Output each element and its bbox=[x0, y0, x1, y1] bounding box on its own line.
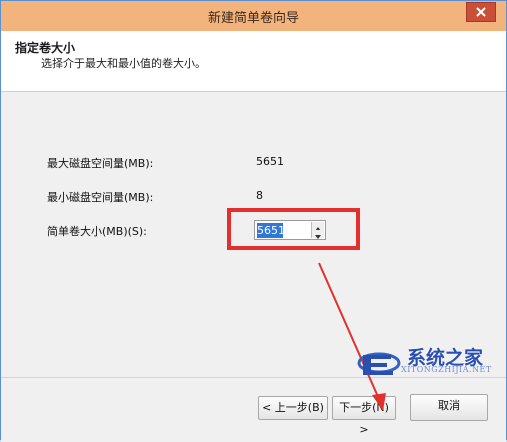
watermark-url: XITONGZHIJIA.NET bbox=[401, 365, 492, 374]
wizard-window: 新建简单卷向导 指定卷大小 选择介于最大和最小值的卷大小。 最大磁盘空间量(MB… bbox=[0, 0, 507, 442]
watermark-logo-icon bbox=[357, 352, 401, 375]
watermark: 系统之家 XITONGZHIJIA.NET bbox=[357, 341, 507, 383]
